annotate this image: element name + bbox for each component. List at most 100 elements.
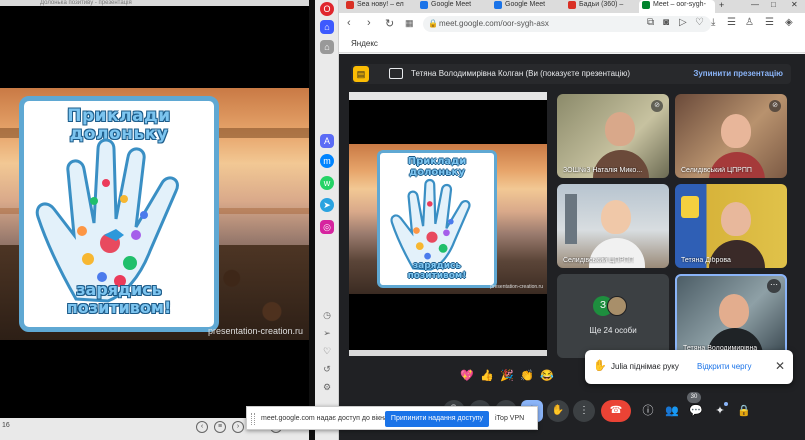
camera-icon[interactable]: ◙ [663,17,669,28]
slide: Приклади долоньку зарядись позитивом! pr… [0,88,309,340]
url-text: meet.google.com/oor-sygh-asx [439,19,549,28]
open-queue-link[interactable]: Відкрити чергу [697,350,752,384]
host-controls-icon[interactable]: 🔒 [735,402,753,420]
slideshow-window: Долонька позитиву - презентація Приклади… [0,0,309,440]
slideshow-titlebar: Долонька позитиву - презентація [0,0,309,6]
tab[interactable]: Google Meet [417,0,489,13]
opera-sidebar: O ⌂ ⌂ A m w ➤ ◎ ◷ ➢ ♡ ↺ ⚙ ⋯ [315,0,339,440]
raise-hand-icon[interactable]: ✋ [547,400,569,422]
aria-icon[interactable]: A [320,134,334,148]
share-icon[interactable]: ▷ [679,17,687,28]
more-options-icon[interactable]: ⋯ [767,279,781,293]
tab-active[interactable]: Meet – oor-sygh- [639,0,715,13]
participant-tile[interactable]: ⊘ ЗОШ№3 Наталія Мико... [557,94,669,178]
extensions-icon[interactable]: ☰ [727,17,736,28]
download-icon[interactable]: ⤓ [711,17,715,28]
raised-hand-text: Julia піднімає руку [611,362,679,371]
more-participants-tile[interactable]: З Ще 24 особи [557,274,669,358]
mic-off-icon: ⊘ [769,100,781,112]
raised-hand-toast: ✋ Julia піднімає руку Відкрити чергу ✕ [585,350,793,384]
reaction-clap[interactable]: 👏 [517,369,537,382]
history-icon[interactable]: ↺ [320,362,334,376]
speed-dial-icon[interactable]: ⌂ [320,40,334,54]
opera-logo-icon[interactable]: O [320,2,334,16]
meet-area: ▤ Тетяна Володимирівна Колган (Ви (показ… [339,54,805,440]
reaction-bar: 💖 👍 🎉 👏 😂 [457,366,557,384]
easy-setup-icon[interactable]: ◈ [785,17,793,28]
instagram-icon[interactable]: ◎ [320,220,334,234]
tab[interactable]: Sea нову! – ел [343,0,415,13]
stop-sharing-button[interactable]: Припинити надання доступу [385,411,489,427]
close-icon[interactable]: ✕ [775,359,785,373]
reaction-party[interactable]: 🎉 [497,369,517,382]
speed-dial-grid-icon[interactable]: ▦ [405,18,414,29]
reload-icon[interactable]: ↻ [385,17,394,30]
telegram-icon[interactable]: ➤ [320,198,334,212]
presentation-icon[interactable]: ▤ [353,66,369,82]
send-icon[interactable]: ➢ [320,326,334,340]
share-message: meet.google.com надає доступ до вікна. [261,415,390,422]
participant-name: Селидівський ЦПРПП [563,257,634,264]
screen: Долонька позитиву - презентація Приклади… [0,0,805,440]
colorful-hand-icon [390,178,471,271]
avatar [607,296,627,316]
prev-slide-icon[interactable]: ‹ [196,421,208,433]
hang-up-button[interactable]: ☎ [601,400,631,422]
new-tab-icon[interactable]: + [719,0,724,10]
more-participants-label: Ще 24 особи [589,326,637,335]
shared-slide: Приклади долоньку зарядись позитивом! [349,144,547,294]
trident-icon [681,196,699,218]
tab[interactable]: Бадьи (360) – [565,0,637,13]
big-ben-icon [565,194,577,244]
forward-icon[interactable]: › [367,17,371,29]
messenger-icon[interactable]: m [320,154,334,168]
participant-name: Тетяна Діброва [681,257,731,264]
more-options-icon[interactable]: ⋮ [573,400,595,422]
tab-strip: Sea нову! – ел Google Meet Google Meet Б… [339,0,805,13]
info-icon[interactable]: ⓘ [639,402,657,420]
close-icon[interactable]: ✕ [791,0,798,9]
back-icon[interactable]: ‹ [347,17,351,29]
presenter-text: Тетяна Володимирівна Колган (Ви (показує… [411,69,631,78]
reaction-heart[interactable]: 💖 [457,369,477,382]
slide-card: Приклади долоньку зарядись позитивом! [19,96,219,332]
chat-icon[interactable]: 💬 [687,402,705,420]
participant-tile[interactable]: Тетяна Діброва [675,184,787,268]
tab[interactable]: Google Meet [491,0,563,13]
vpn-label: iTop VPN [495,415,525,422]
bookmark-yandex[interactable]: Яндекс [351,39,378,48]
presentation-tile[interactable]: Приклади долоньку зарядись позитивом! pr… [349,92,547,356]
screenshot-icon[interactable]: ⧉ [647,17,654,28]
shared-slide-footer: presentation-creation.ru [490,284,543,290]
hand-icon: ✋ [593,360,607,372]
participant-tile[interactable]: ⊘ Селидівський ЦПРПП [675,94,787,178]
clock-icon[interactable]: ◷ [320,308,334,322]
participant-name: ЗОШ№3 Наталія Мико... [563,167,643,174]
reaction-laugh[interactable]: 😂 [537,369,557,382]
lock-icon: 🔒 [428,19,438,28]
slide-footer: presentation-creation.ru [207,326,303,336]
reaction-thumbs-up[interactable]: 👍 [477,369,497,382]
stop-presenting-button[interactable]: Зупинити презентацію [693,64,783,84]
heart-icon[interactable]: ♡ [695,17,704,28]
minimize-icon[interactable]: — [751,0,759,9]
heart-icon[interactable]: ♡ [320,344,334,358]
participant-tile[interactable]: Селидівський ЦПРПП [557,184,669,268]
next-slide-icon[interactable]: › [232,421,244,433]
screen-share-bar: meet.google.com надає доступ до вікна. П… [246,406,538,430]
whatsapp-icon[interactable]: w [320,176,334,190]
shared-slide-card: Приклади долоньку зарядись позитивом! [377,150,497,288]
maximize-icon[interactable]: □ [771,0,776,9]
home-icon[interactable]: ⌂ [320,20,334,34]
activities-icon[interactable]: ✦ [711,402,729,420]
drag-handle-icon[interactable] [251,413,255,425]
people-icon[interactable]: 👥 [663,402,681,420]
presentation-banner: ▤ Тетяна Володимирівна Колган (Ви (показ… [351,64,791,84]
page-number: 16 [2,422,10,429]
address-row: ‹ › ↻ ▦ 🔒 meet.google.com/oor-sygh-asx ⧉… [339,13,805,35]
menu-icon[interactable]: ☰ [765,17,774,28]
settings-icon[interactable]: ⚙ [320,380,334,394]
menu-icon[interactable]: ≡ [214,421,226,433]
profile-icon[interactable]: ♙ [745,17,754,28]
self-tile[interactable]: ⋯ Тетяна Володимирівна [675,274,787,358]
